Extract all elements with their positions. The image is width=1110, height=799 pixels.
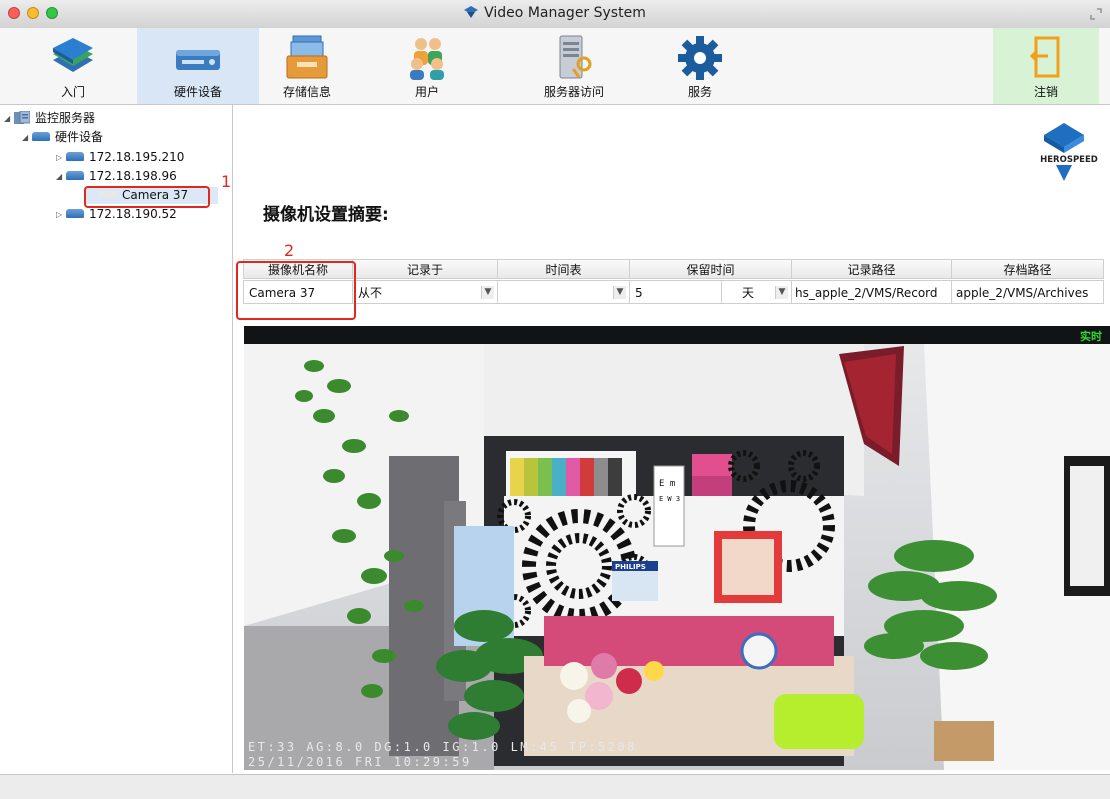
annotation-box-2 <box>236 261 356 320</box>
retention-value-input[interactable]: 5 <box>630 280 722 304</box>
toolbar-label-users: 用户 <box>414 85 439 99</box>
collapse-arrow-icon[interactable]: ◢ <box>22 129 32 146</box>
cardboard-box <box>934 721 994 761</box>
tree-label-server-1: 172.18.195.210 <box>89 150 185 164</box>
app-logo-icon <box>464 6 479 18</box>
video-frame: E m E W 3 PHILIPS 实时 ET:33 AG:8.0 DG:1.0… <box>244 326 1110 770</box>
svg-text:E W 3: E W 3 <box>659 495 680 503</box>
toolbar-label-service: 服务 <box>687 85 712 99</box>
record-on-select[interactable]: 从不 ▼ <box>353 280 498 304</box>
logo-text: HEROSPEED <box>1040 155 1098 165</box>
retention-unit-select[interactable]: 天 ▼ <box>722 280 792 304</box>
tree-label-monitoring-server: 监控服务器 <box>35 111 96 125</box>
schedule-select[interactable]: ▼ <box>498 280 630 304</box>
red-poster-inner <box>722 539 774 595</box>
server-key-icon <box>559 35 592 79</box>
page-heading: 摄像机设置摘要: <box>263 205 389 225</box>
toolbar-button-storage[interactable]: 存储信息 <box>262 28 352 104</box>
record-on-value: 从不 <box>358 286 383 300</box>
tree-node-server-2[interactable]: ◢ 172.18.198.96 <box>56 168 177 185</box>
tree-label-hardware: 硬件设备 <box>55 130 104 144</box>
users-icon <box>410 38 444 80</box>
osd-line-2: 25/11/2016 FRI 10:29:59 <box>248 755 472 769</box>
philips-text: PHILIPS <box>615 563 646 571</box>
toolbar-label-hardware: 硬件设备 <box>173 85 222 99</box>
philips-box: PHILIPS <box>612 561 658 601</box>
server-icon <box>14 111 30 124</box>
cell-record-path[interactable]: hs_apple_2/VMS/Record <box>792 280 952 304</box>
status-bar <box>0 774 1110 799</box>
expand-arrow-icon[interactable]: ▷ <box>56 149 66 166</box>
hardware-device-icon <box>66 209 84 218</box>
main-panel: HEROSPEED 摄像机设置摘要: 摄像机名称 记录于 时间表 保留时间 记录… <box>233 105 1110 773</box>
toolbar-button-hardware[interactable]: 硬件设备 <box>137 28 259 104</box>
annotation-box-1 <box>84 186 210 208</box>
gear-icon <box>678 36 722 80</box>
toolbar-button-users[interactable]: 用户 <box>382 28 472 104</box>
dropdown-arrow-icon[interactable]: ▼ <box>613 286 626 299</box>
column-header-record-path[interactable]: 记录路径 <box>792 259 952 279</box>
test-chart-right-face <box>1070 466 1104 586</box>
annotation-label-1: 1 <box>221 172 232 191</box>
fullscreen-icon[interactable] <box>1090 8 1102 20</box>
column-header-schedule[interactable]: 时间表 <box>498 259 630 279</box>
annotation-label-2: 2 <box>284 241 295 260</box>
logout-icon <box>1029 36 1060 78</box>
collapse-arrow-icon[interactable]: ◢ <box>4 110 14 127</box>
expand-arrow-icon[interactable]: ▷ <box>56 206 66 223</box>
tree-label-server-2: 172.18.198.96 <box>89 169 177 183</box>
storage-tray-icon <box>286 35 328 79</box>
live-video-view[interactable]: E m E W 3 PHILIPS 实时 ET:33 AG:8.0 DG:1.0… <box>244 326 1110 770</box>
toolbar-label-storage: 存储信息 <box>282 85 331 99</box>
main-toolbar: 入门 硬件设备 存储信息 用户 服务器访问 服务 注销 <box>0 28 1110 105</box>
collapse-arrow-icon[interactable]: ◢ <box>56 168 66 185</box>
live-indicator: 实时 <box>1080 329 1102 343</box>
window-title: Video Manager System <box>0 5 1110 21</box>
herospeed-logo: HEROSPEED <box>1040 123 1098 181</box>
toolbar-label-getting-started: 入门 <box>60 85 85 99</box>
tree-node-server-3[interactable]: ▷ 172.18.190.52 <box>56 206 177 223</box>
window-title-bar: Video Manager System <box>0 0 1110 29</box>
hardware-device-icon <box>176 50 220 70</box>
tree-node-hardware[interactable]: ◢ 硬件设备 <box>22 129 103 146</box>
window-title-text: Video Manager System <box>484 5 646 21</box>
books-icon <box>53 38 93 72</box>
cell-archive-path[interactable]: apple_2/VMS/Archives <box>952 280 1104 304</box>
svg-text:E m: E m <box>659 479 675 489</box>
column-header-record-on[interactable]: 记录于 <box>353 259 498 279</box>
toolbar-label-logout: 注销 <box>1033 85 1058 99</box>
column-header-retention[interactable]: 保留时间 <box>630 259 792 279</box>
hardware-device-icon <box>66 152 84 161</box>
green-chair <box>774 694 864 749</box>
tree-node-monitoring-server[interactable]: ◢ 监控服务器 <box>4 110 95 127</box>
desk-clock <box>740 632 778 670</box>
osd-line-1: ET:33 AG:8.0 DG:1.0 IG:1.0 LM:45 TP:5208 <box>248 740 637 754</box>
toolbar-button-logout[interactable]: 注销 <box>993 28 1099 104</box>
hardware-device-icon <box>32 132 50 141</box>
tree-node-server-1[interactable]: ▷ 172.18.195.210 <box>56 149 184 166</box>
dropdown-arrow-icon[interactable]: ▼ <box>775 286 788 299</box>
retention-unit-value: 天 <box>742 286 755 300</box>
toolbar-button-getting-started[interactable]: 入门 <box>28 28 118 104</box>
column-header-archive-path[interactable]: 存档路径 <box>952 259 1104 279</box>
toolbar-button-server-access[interactable]: 服务器访问 <box>522 28 626 104</box>
desk-items <box>544 616 834 666</box>
hardware-device-icon <box>66 171 84 180</box>
toolbar-button-service[interactable]: 服务 <box>655 28 745 104</box>
toolbar-label-server-access: 服务器访问 <box>543 85 604 99</box>
tree-label-server-3: 172.18.190.52 <box>89 207 177 221</box>
dropdown-arrow-icon[interactable]: ▼ <box>481 286 494 299</box>
